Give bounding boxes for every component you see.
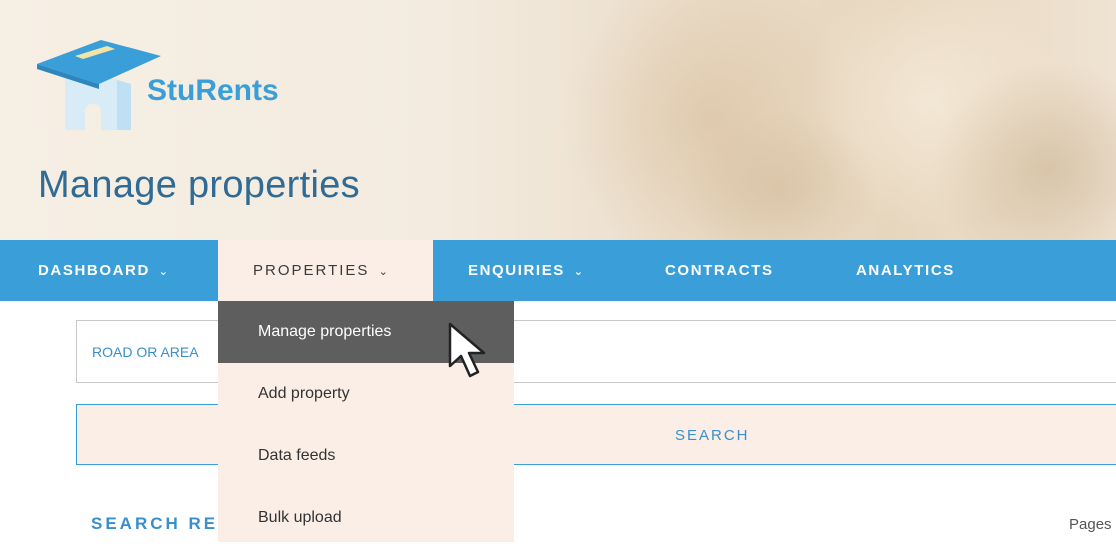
nav-analytics-label: ANALYTICS [856, 262, 955, 279]
search-button-label: SEARCH [675, 427, 750, 444]
menu-item-data-feeds[interactable]: Data feeds [218, 425, 514, 487]
search-input-placeholder: ROAD OR AREA [92, 344, 199, 360]
nav-properties[interactable]: PROPERTIES ⌄ [218, 240, 433, 301]
nav-dashboard[interactable]: DASHBOARD ⌄ [38, 240, 170, 301]
main-navigation: DASHBOARD ⌄ PROPERTIES ⌄ ENQUIRIES ⌄ CON… [0, 240, 1116, 301]
nav-analytics[interactable]: ANALYTICS [856, 240, 955, 301]
chevron-down-icon: ⌄ [378, 266, 390, 278]
pages-label: Pages [1069, 516, 1112, 533]
brand-logo[interactable]: StuRents [37, 34, 337, 134]
menu-item-bulk-upload[interactable]: Bulk upload [218, 487, 514, 549]
chevron-down-icon: ⌄ [573, 266, 585, 278]
mouse-pointer-icon [448, 322, 486, 378]
brand-name: StuRents [147, 74, 279, 107]
nav-properties-label: PROPERTIES [253, 262, 370, 279]
chevron-down-icon: ⌄ [158, 266, 170, 278]
nav-contracts-label: CONTRACTS [665, 262, 774, 279]
nav-enquiries[interactable]: ENQUIRIES ⌄ [468, 240, 585, 301]
nav-dashboard-label: DASHBOARD [38, 262, 150, 279]
graduation-cap-house-icon [37, 40, 161, 130]
page-title: Manage properties [38, 164, 360, 206]
search-results-heading: SEARCH RES [91, 514, 233, 533]
nav-enquiries-label: ENQUIRIES [468, 262, 565, 279]
nav-contracts[interactable]: CONTRACTS [665, 240, 774, 301]
